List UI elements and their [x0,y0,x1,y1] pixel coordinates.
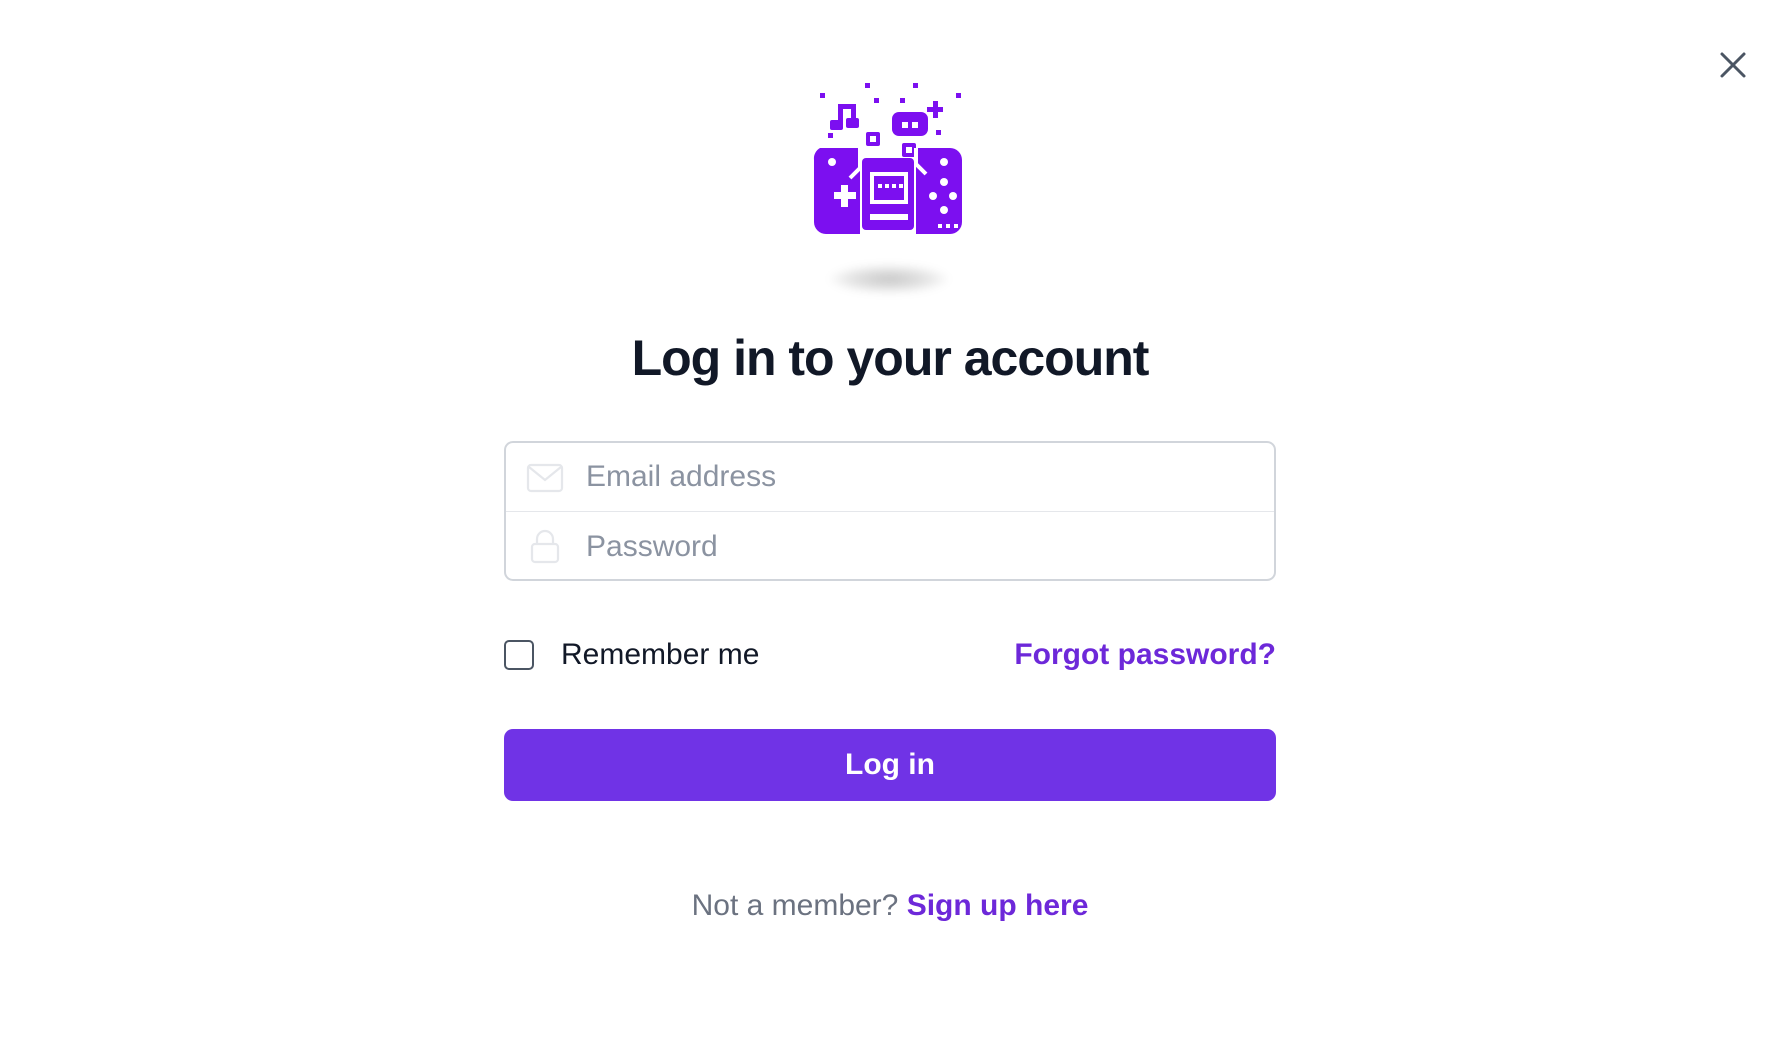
close-button[interactable] [1718,50,1748,80]
password-input[interactable] [586,512,1256,581]
remember-me-label[interactable]: Remember me [561,636,759,674]
password-field [506,512,1274,581]
credentials-field-group [504,441,1276,581]
forgot-password-link[interactable]: Forgot password? [1014,636,1276,674]
remember-row: Remember me Forgot password? [504,636,1276,676]
page-title: Log in to your account [631,330,1150,386]
game-console-logo [808,78,968,238]
signup-prompt-text: Not a member? [691,889,899,922]
email-input[interactable] [586,443,1256,511]
login-page: Log in to your account Remember me Forgo… [0,0,1780,1044]
logo-shadow [828,264,950,294]
login-button[interactable]: Log in [504,729,1276,801]
mail-icon [526,463,564,493]
signup-prompt: Not a member? Sign up here [0,886,1780,926]
remember-me-checkbox[interactable] [504,640,534,670]
close-icon [1720,52,1746,78]
email-field [506,443,1274,512]
lock-icon [530,529,560,564]
signup-link[interactable]: Sign up here [907,889,1089,922]
